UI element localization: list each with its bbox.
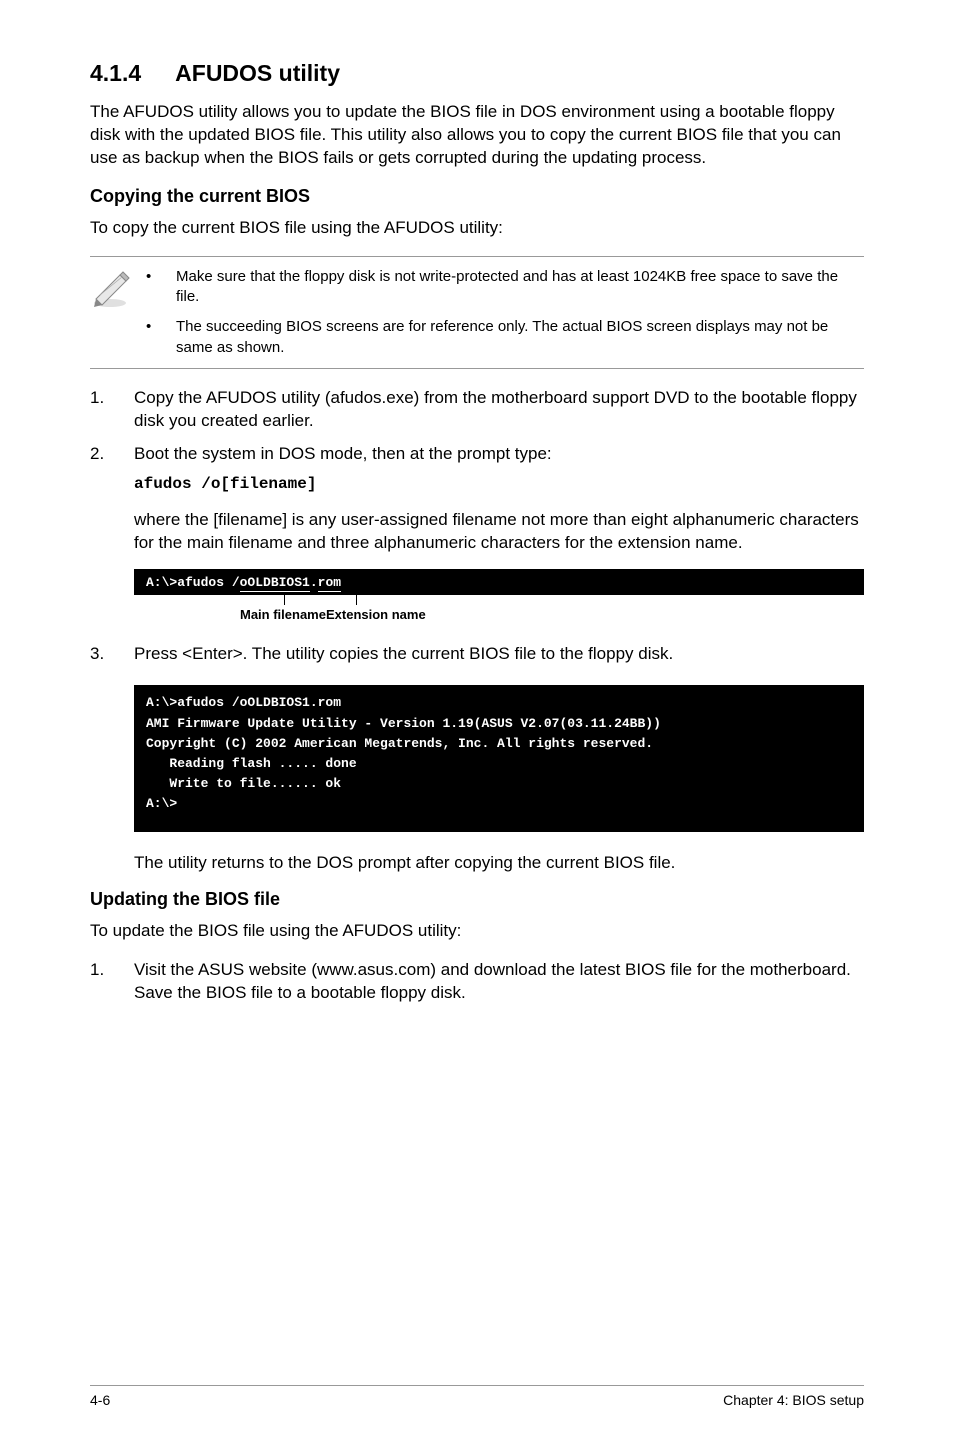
step-number: 2. [90,443,134,496]
terminal-line: Copyright (C) 2002 American Megatrends, … [146,734,852,754]
step-number: 1. [90,959,134,1005]
terminal-output: A:\>afudos /oOLDBIOS1.rom [134,569,864,595]
note-list: • Make sure that the floppy disk is not … [146,267,864,358]
steps-list-c: 1. Visit the ASUS website (www.asus.com)… [90,959,864,1005]
terminal-line: AMI Firmware Update Utility - Version 1.… [146,714,852,734]
page-number: 4-6 [90,1392,110,1408]
pointer-line [356,595,357,605]
step-item: 1. Visit the ASUS website (www.asus.com)… [90,959,864,1005]
step-text: Visit the ASUS website (www.asus.com) an… [134,959,864,1005]
terminal-line: A:\>afudos /oOLDBIOS1.rom [146,575,341,592]
label-main-filename: Main filename [240,607,326,622]
step-item: 1. Copy the AFUDOS utility (afudos.exe) … [90,387,864,433]
bullet-icon: • [146,317,176,358]
subheading-copying: Copying the current BIOS [90,186,864,207]
intro-paragraph: The AFUDOS utility allows you to update … [90,101,864,170]
page-footer: 4-6 Chapter 4: BIOS setup [90,1385,864,1408]
code-command: afudos /o[filename] [134,474,864,496]
note-item: • Make sure that the floppy disk is not … [146,267,864,308]
step-item: 3. Press <Enter>. The utility copies the… [90,643,864,666]
section-title-text: AFUDOS utility [175,60,340,86]
filename-labels: Main filename Extension name [134,595,864,629]
terminal-line: Write to file...... ok [146,774,852,794]
step-number: 1. [90,387,134,433]
pencil-note-icon [90,267,146,314]
step-number: 3. [90,643,134,666]
section-number: 4.1.4 [90,60,141,87]
step-item: 2. Boot the system in DOS mode, then at … [90,443,864,496]
note-block: • Make sure that the floppy disk is not … [90,256,864,369]
terminal-output: A:\>afudos /oOLDBIOS1.rom AMI Firmware U… [134,685,864,832]
step-explanation: where the [filename] is any user-assigne… [134,509,864,555]
terminal-line: Reading flash ..... done [146,754,852,774]
note-item: • The succeeding BIOS screens are for re… [146,317,864,358]
after-terminal-text: The utility returns to the DOS prompt af… [134,852,864,875]
chapter-label: Chapter 4: BIOS setup [723,1392,864,1408]
terminal-line: A:\>afudos /oOLDBIOS1.rom [146,693,852,713]
step-text: Boot the system in DOS mode, then at the… [134,444,552,463]
steps-list-b: 3. Press <Enter>. The utility copies the… [90,643,864,666]
subheading-updating: Updating the BIOS file [90,889,864,910]
steps-list-a: 1. Copy the AFUDOS utility (afudos.exe) … [90,387,864,495]
terminal-line: A:\> [146,794,852,814]
step-text: Copy the AFUDOS utility (afudos.exe) fro… [134,387,864,433]
section-heading: 4.1.4 AFUDOS utility [90,60,864,87]
label-extension-name: Extension name [326,607,426,622]
step-text: Press <Enter>. The utility copies the cu… [134,643,864,666]
note-text: The succeeding BIOS screens are for refe… [176,317,864,358]
note-text: Make sure that the floppy disk is not wr… [176,267,864,308]
sub2-lead: To update the BIOS file using the AFUDOS… [90,920,864,943]
pointer-line [284,595,285,605]
bullet-icon: • [146,267,176,308]
sub1-lead: To copy the current BIOS file using the … [90,217,864,240]
